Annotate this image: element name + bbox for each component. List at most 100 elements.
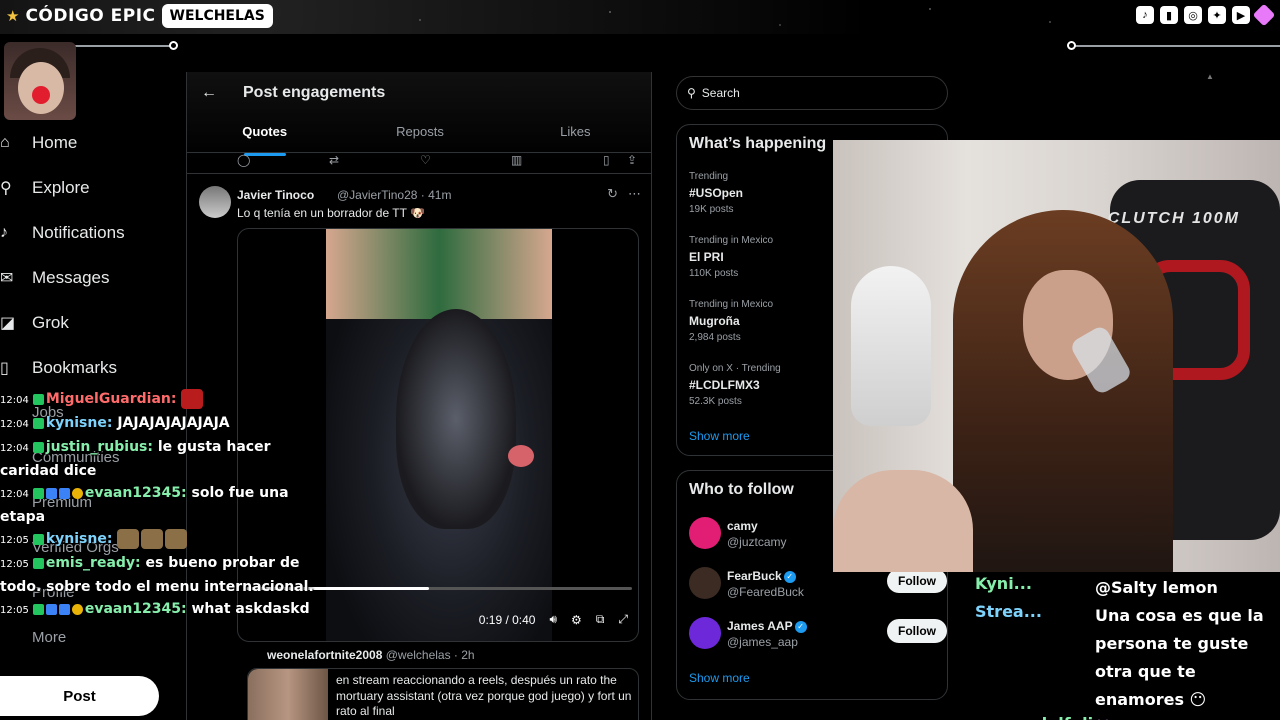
home-icon: ⌂ [0, 133, 10, 151]
star-icon: ★ [6, 8, 20, 25]
decor-dot-left [169, 41, 178, 50]
tab-quotes[interactable]: Quotes [187, 124, 342, 154]
tweet2-author[interactable]: weonelafortnite2008 @welchelas · 2h [267, 648, 475, 662]
follow-suggestion[interactable]: FearBuck ✓ @FearedBuck Follow [689, 567, 947, 607]
show-more-link[interactable]: Show more [689, 671, 750, 685]
streamer [953, 210, 1173, 572]
chat-message: 12:04 MiguelGuardian: [0, 388, 330, 412]
tweet-author-name[interactable]: Javier Tinoco [237, 188, 314, 202]
youtube-icon: ▶ [1232, 6, 1250, 24]
tweet-author-handle[interactable]: @JavierTino28 · 41m [337, 188, 451, 202]
engagement-tabs: Quotes Reposts Likes [187, 124, 651, 154]
video-frame[interactable] [326, 229, 552, 641]
bits-badge-icon [71, 487, 83, 499]
stream-brand: ★ CÓDIGO EPIC WELCHELAS [6, 4, 273, 28]
emote-icon: 👾 [1093, 714, 1113, 720]
chat-overlay-left: 12:04 MiguelGuardian: 12:04 kynisne: JAJAJ… [0, 388, 330, 622]
nav-messages[interactable]: ✉ Messages [0, 255, 186, 300]
chat-message: 12:05 kynisne: [0, 528, 330, 552]
bookmark-icon[interactable]: ▯ [603, 153, 610, 167]
avatar[interactable] [199, 186, 231, 218]
settings-icon[interactable]: ⚙ [571, 613, 582, 627]
grok-icon: ◪ [0, 314, 14, 332]
share-icon[interactable]: ⇪ [627, 153, 637, 167]
bell-icon: ♪ [0, 223, 8, 241]
sub-gift-badge-icon [58, 487, 70, 499]
chat-overlay-right: Kyni... @Salty lemon Strea... Una cosa e… [975, 574, 1280, 720]
pip-icon[interactable]: ⧉ [596, 612, 605, 627]
decor-line-right [1072, 45, 1280, 47]
tab-likes[interactable]: Likes [498, 124, 651, 154]
sub-gift-badge-icon [58, 603, 70, 615]
repost-icon[interactable]: ⇄ [329, 153, 339, 167]
trend-item[interactable]: Trending in Mexico El PRI 110K posts [689, 233, 773, 281]
emote-icon [141, 529, 164, 549]
volume-icon[interactable]: 🔊︎ [549, 612, 557, 627]
reply-icon[interactable]: ◯ [237, 153, 250, 167]
subscriber-badge-icon [32, 557, 44, 569]
video-time: 0:19 / 0:40 [478, 612, 536, 627]
search-icon: ⚲ [687, 86, 696, 100]
chat-message: 12:04 evaan12345: solo fue una etapa [0, 485, 289, 525]
prime-badge-icon [45, 603, 57, 615]
avatar[interactable] [689, 567, 721, 599]
nav-notifications[interactable]: ♪ Notifications [0, 210, 186, 255]
follow-button[interactable]: Follow [887, 619, 947, 643]
chair-logo: CLUTCH 100M [1107, 210, 1240, 227]
tweet-text: Lo q tenía en un borrador de TT 🐶 [237, 206, 425, 220]
follow-button[interactable]: Follow [887, 569, 947, 593]
bits-badge-icon [71, 603, 83, 615]
decor-dot-right [1067, 41, 1076, 50]
more-options-icon[interactable]: ⋯ [628, 186, 641, 202]
search-icon: ⚲ [0, 179, 12, 197]
post-button[interactable]: Post [0, 676, 159, 716]
verified-badge-icon: ✓ [783, 570, 796, 583]
search-placeholder: Search [701, 86, 740, 100]
trend-item[interactable]: Trending #USOpen 19K posts [689, 169, 743, 217]
quoted-tweet-thumbnail[interactable] [248, 669, 328, 720]
streamer-avatar [4, 42, 76, 120]
search-input[interactable]: ⚲ Search [676, 76, 948, 110]
quoted-tweet-card[interactable]: en stream reaccionando a reels, después … [247, 668, 639, 720]
twitch-icon: ▮ [1160, 6, 1178, 24]
subscriber-badge-icon [32, 393, 44, 405]
nav-home[interactable]: ⌂ Home [0, 120, 186, 165]
fullscreen-icon[interactable]: ⤢ [618, 612, 628, 627]
tiktok-icon: ♪ [1136, 6, 1154, 24]
previous-tweet-actions: ◯ ⇄ ♡ ▥ ▯ ⇪ [187, 152, 651, 174]
verified-badge-icon: ✓ [794, 620, 807, 633]
chat-message: 12:05 emis_ready: es bueno probar de todo… [0, 555, 314, 595]
streamer-webcam: CLUTCH 100M [833, 140, 1280, 572]
subscriber-badge-icon [32, 533, 44, 545]
subscriber-badge-icon [32, 603, 44, 615]
quoted-tweet-text: en stream reaccionando a reels, después … [336, 673, 632, 719]
nav-grok[interactable]: ◪ Grok [0, 300, 186, 345]
scroll-up-arrow-icon[interactable]: ▲ [1206, 72, 1214, 86]
avatar[interactable] [689, 617, 721, 649]
tweet-tools: ↻ ⋯ [607, 186, 641, 202]
views-icon[interactable]: ▥ [511, 153, 522, 167]
trend-item[interactable]: Only on X · Trending #LCDLFMX3 52.3K pos… [689, 361, 781, 409]
brand-pill: WELCHELAS [161, 4, 273, 28]
grok-explain-icon[interactable]: ↻ [607, 186, 618, 202]
emote-icon [117, 529, 140, 549]
chat-message: Strea... Una cosa es que la persona te g… [975, 602, 1264, 709]
panel-title: What’s happening [689, 135, 827, 152]
tab-reposts[interactable]: Reposts [342, 124, 497, 154]
more-icon [0, 628, 14, 648]
show-more-link[interactable]: Show more [689, 429, 750, 443]
nav-explore[interactable]: ⚲ Explore [0, 165, 186, 210]
avatar[interactable] [689, 517, 721, 549]
stream-overlay-bar: ★ CÓDIGO EPIC WELCHELAS ♪ ▮ ◎ ✦ ▶ [0, 0, 1280, 34]
instagram-icon: ◎ [1184, 6, 1202, 24]
follow-suggestion[interactable]: James AAP ✓ @james_aap Follow [689, 617, 947, 657]
nav-bookmarks[interactable]: ▯ Bookmarks [0, 345, 186, 390]
account-name: James AAP ✓ [727, 619, 807, 633]
like-icon[interactable]: ♡ [420, 153, 431, 167]
trend-item[interactable]: Trending in Mexico Mugroña 2,984 posts [689, 297, 773, 345]
panel-title: Who to follow [689, 481, 794, 498]
bookmark-icon: ▯ [0, 359, 9, 377]
back-arrow-icon[interactable]: ← [201, 84, 217, 102]
emote-icon [181, 389, 204, 409]
chat-message: adolfuli 👾 [975, 714, 1280, 720]
